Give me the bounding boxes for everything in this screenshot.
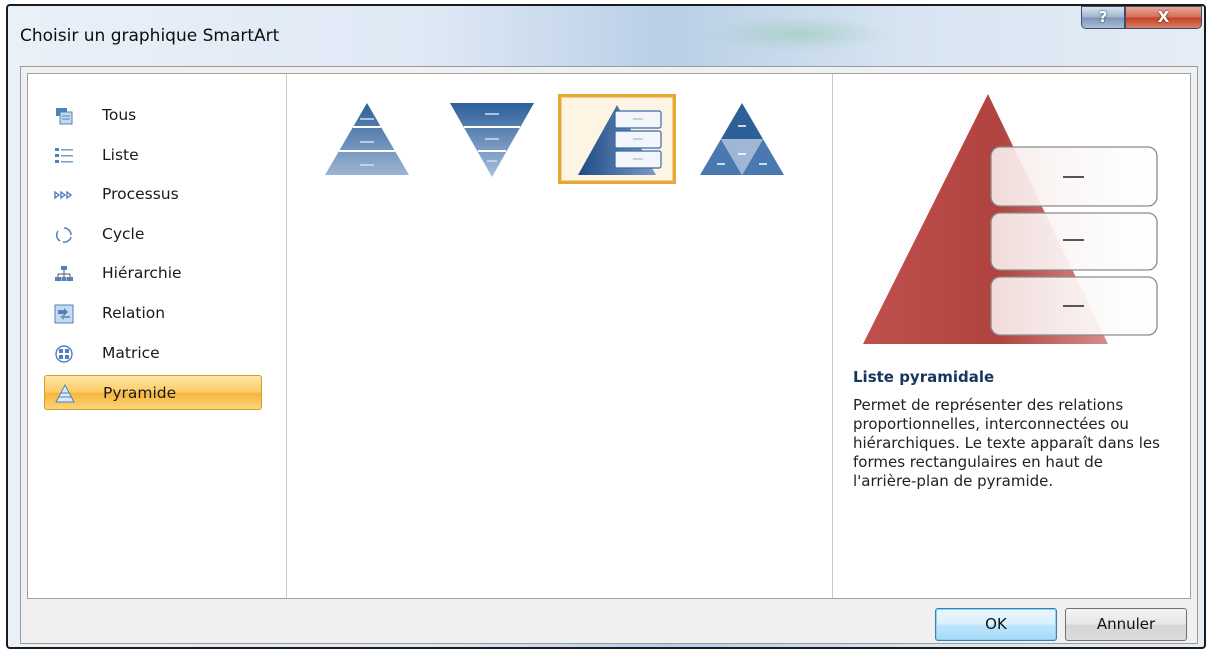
segmented-pyramid-icon	[700, 103, 784, 175]
matrix-icon	[55, 345, 73, 363]
preview-pane: Liste pyramidale Permet de représenter d…	[833, 74, 1191, 598]
category-tous[interactable]: Tous	[44, 98, 262, 133]
process-icon	[54, 190, 73, 200]
category-label: Hiérarchie	[102, 264, 182, 282]
category-liste[interactable]: Liste	[44, 138, 262, 173]
list-icon	[55, 148, 73, 163]
divider	[286, 74, 287, 598]
pyramid-list-preview-icon	[863, 94, 1158, 344]
pyramid-list-icon	[578, 105, 662, 175]
category-label: Tous	[102, 106, 137, 124]
preview-title: Liste pyramidale	[853, 368, 995, 386]
preview-description: Permet de représenter des relations prop…	[853, 396, 1160, 490]
cycle-icon	[55, 227, 72, 243]
help-button[interactable]: ?	[1081, 6, 1125, 29]
relationship-icon	[54, 304, 74, 324]
pyramid-icon	[55, 384, 75, 403]
category-label: Processus	[102, 185, 179, 203]
basic-pyramid-icon	[325, 103, 409, 175]
category-label: Matrice	[102, 344, 160, 362]
category-label: Pyramide	[103, 384, 177, 402]
layout-segmented-pyramid[interactable]	[683, 94, 801, 184]
category-label: Cycle	[102, 225, 145, 243]
gallery-frame: Tous Liste Processus Cycle Hiérarchie Re…	[27, 73, 1191, 599]
category-hierarchie[interactable]: Hiérarchie	[44, 256, 262, 291]
category-relation[interactable]: Relation	[44, 296, 262, 331]
dialog-title: Choisir un graphique SmartArt	[20, 26, 280, 46]
category-matrice[interactable]: Matrice	[44, 336, 262, 371]
ok-button[interactable]: OK	[935, 608, 1057, 641]
category-pyramide[interactable]: Pyramide	[44, 375, 262, 410]
dialog-body: Tous Liste Processus Cycle Hiérarchie Re…	[20, 66, 1198, 644]
layout-inverted-pyramid[interactable]	[433, 94, 551, 184]
layout-basic-pyramid[interactable]	[308, 94, 426, 184]
all-layouts-icon	[56, 108, 73, 125]
category-label: Liste	[102, 146, 139, 164]
category-cycle[interactable]: Cycle	[44, 217, 262, 252]
inverted-pyramid-icon	[450, 103, 534, 177]
smartart-dialog: Choisir un graphique SmartArt ? X Tous L…	[6, 4, 1206, 649]
layout-pyramid-list[interactable]	[558, 94, 676, 184]
cancel-button[interactable]: Annuler	[1065, 608, 1187, 641]
title-bar[interactable]: Choisir un graphique SmartArt ? X	[8, 6, 1204, 66]
hierarchy-icon	[55, 266, 73, 281]
category-label: Relation	[102, 304, 166, 322]
category-processus[interactable]: Processus	[44, 177, 262, 212]
close-button[interactable]: X	[1125, 6, 1202, 29]
